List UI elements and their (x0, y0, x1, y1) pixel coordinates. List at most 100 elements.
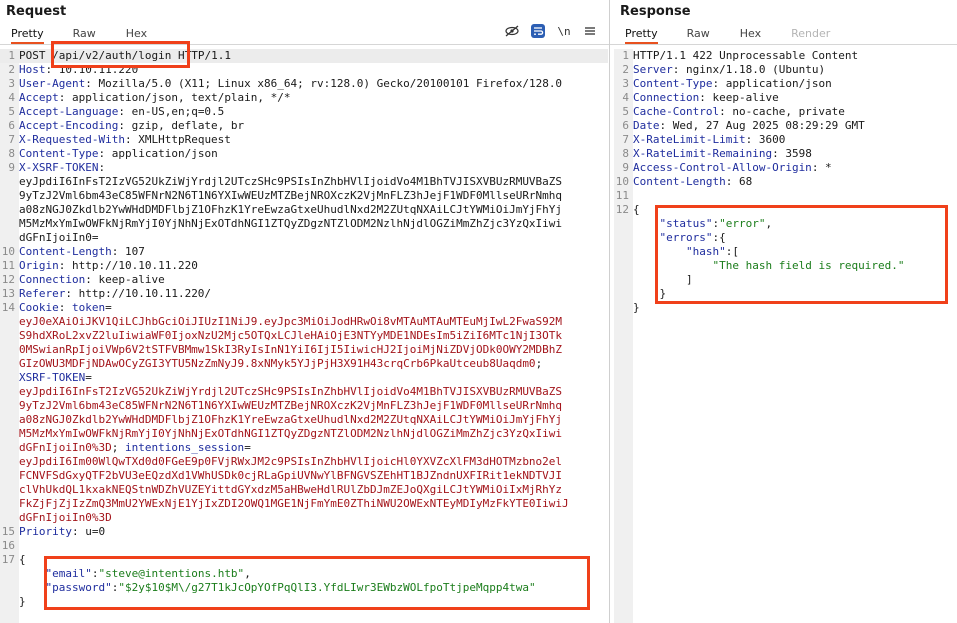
line-number: 2 (622, 63, 629, 76)
line-text: Content-Type: application/json (19, 147, 218, 161)
response-code-line: 6 Date: Wed, 27 Aug 2025 08:29:29 GMT (614, 119, 957, 133)
newline-toggle-icon[interactable]: \n (557, 24, 571, 38)
request-editor[interactable]: 1 POST /api/v2/auth/login HTTP/1.1 2 Host: … (0, 49, 608, 609)
hide-eye-icon[interactable] (505, 24, 519, 38)
line-text: Priority: u=0 (19, 525, 105, 539)
request-code-line: eyJ0eXAiOiJKV1QiLCJhbGciOiJIUzI1NiJ9.eyJ… (0, 315, 608, 329)
code-token: intentions_session (124, 441, 245, 454)
request-code-line: 5 Accept-Language: en-US,en;q=0.5 (0, 105, 608, 119)
code-token: Accept-Encoding (19, 119, 119, 132)
code-token: : nginx/1.18.0 (Ubuntu) (672, 63, 826, 76)
code-token: S9hdXRoL2xvZ2luIiwiaWF0IjoxNzU2Mjc5OTQxL… (19, 329, 563, 342)
code-token: eyJpdiI6Im00WlQwTXd0d0FGeE9p0FVjRWxJM2c9… (19, 455, 563, 468)
line-number (614, 231, 633, 245)
line-number: 2 (8, 63, 15, 76)
request-code-line: eyJpdiI6InFsT2IzVG52UkZiWjYrdjl2UTczSHc9… (0, 385, 608, 399)
tab-response-pretty[interactable]: Pretty (625, 26, 658, 44)
line-number (0, 455, 19, 469)
request-code-line: 9 X-XSRF-TOKEN: (0, 161, 608, 175)
code-token: Host (19, 63, 46, 76)
line-number: 4 (8, 91, 15, 104)
code-token: Accept-Language (19, 105, 119, 118)
request-code-line: 15 Priority: u=0 (0, 525, 608, 539)
line-number: 3 (622, 77, 629, 90)
request-code-line: M5MzMxYmIwOWFkNjRmYjI0YjNhNjExOTdhNGI1ZT… (0, 427, 608, 441)
line-text: { (19, 553, 26, 567)
line-text: X-RateLimit-Limit: 3600 (633, 133, 785, 147)
code-token: eyJpdiI6InFsT2IzVG52UkZiWjYrdjl2UTczSHc9… (19, 175, 563, 188)
code-token: POST (19, 49, 53, 62)
menu-icon[interactable] (583, 24, 597, 38)
tab-response-render[interactable]: Render (791, 26, 830, 42)
tab-request-pretty[interactable]: Pretty (11, 26, 44, 44)
line-text: Content-Type: application/json (633, 77, 832, 91)
response-code-line: 4 Connection: keep-alive (614, 91, 957, 105)
line-text: clVhUkdQL1kxakNEQStnWDZhVUZEYittdGYxdzM5… (19, 483, 562, 497)
code-token: Accept (19, 91, 59, 104)
tab-response-hex[interactable]: Hex (740, 26, 761, 42)
code-token: X-RateLimit-Remaining (633, 147, 773, 160)
code-token: User-Agent (19, 77, 86, 90)
request-code-line: 3 User-Agent: Mozilla/5.0 (X11; Linux x86… (0, 77, 608, 91)
request-code-line: eyJpdiI6InFsT2IzVG52UkZiWjYrdjl2UTczSHc9… (0, 175, 608, 189)
line-number: 12 (615, 203, 629, 216)
code-token: 0MSwianRpIjoiVWp6V2tSTFVBMmw1SkI3RyIsInN… (19, 343, 563, 356)
request-code-line: 0MSwianRpIjoiVWp6V2tSTFVBMmw1SkI3RyIsInN… (0, 343, 608, 357)
line-number: 6 (8, 119, 15, 132)
code-token: dGFnIjoiIn0%3D (19, 441, 112, 454)
request-code-line: dGFnIjoiIn0%3D; intentions_session= (0, 441, 608, 455)
code-token: M5MzMxYmIwOWFkNjRmYjI0YjNhNjExOTdhNGI1ZT… (19, 217, 563, 230)
code-token: Content-Type (19, 147, 99, 160)
response-code-line: 7 X-RateLimit-Limit: 3600 (614, 133, 957, 147)
code-token: 9yTzJ2Vml6bm43eC85WFNrN2N6T1N6YXIwWEUzMT… (19, 399, 563, 412)
code-token: Content-Length (633, 175, 726, 188)
code-token: Priority (19, 525, 72, 538)
line-text: dGFnIjoiIn0%3D (19, 511, 112, 525)
line-text: XSRF-TOKEN= (19, 371, 92, 385)
code-token: { (19, 553, 26, 566)
code-token: Cache-Control (633, 105, 720, 118)
line-text: eyJpdiI6InFsT2IzVG52UkZiWjYrdjl2UTczSHc9… (19, 175, 562, 189)
code-token: eyJ0eXAiOiJKV1QiLCJhbGciOiJIUzI1NiJ9.eyJ… (19, 315, 563, 328)
request-code-line: dGFnIjoiIn0%3D (0, 511, 608, 525)
tab-request-hex[interactable]: Hex (126, 26, 147, 42)
code-token: clVhUkdQL1kxakNEQStnWDZhVUZEYittdGYxdzM5… (19, 483, 563, 496)
code-token: : application/json, text/plain, */* (58, 91, 291, 104)
code-token: : 3600 (745, 133, 786, 146)
request-body-highlight-box (44, 556, 590, 610)
pane-divider[interactable] (609, 0, 610, 623)
line-number (0, 371, 19, 385)
line-text: Accept-Language: en-US,en;q=0.5 (19, 105, 224, 119)
line-number (0, 413, 19, 427)
request-code-line: FkZjFjZjIzZmQ3MmU2YWExNjE1YjIxZDI2OWQ1MG… (0, 497, 608, 511)
code-token: a08zNGJ0Zkdlb2YwWHdDMDFlbjZ1OFhzK1YreEwz… (19, 413, 563, 426)
code-token: : (98, 161, 106, 174)
line-number (614, 245, 633, 259)
tab-request-raw[interactable]: Raw (73, 26, 96, 42)
line-text: M5MzMxYmIwOWFkNjRmYjI0YjNhNjExOTdhNGI1ZT… (19, 217, 562, 231)
code-token: : 68 (725, 175, 753, 188)
line-number: 7 (622, 133, 629, 146)
tab-response-raw[interactable]: Raw (687, 26, 710, 42)
code-token: : Wed, 27 Aug 2025 08:29:29 GMT (659, 119, 865, 132)
line-text: Referer: http://10.10.11.220/ (19, 287, 211, 301)
line-number (0, 595, 19, 609)
line-text: eyJ0eXAiOiJKV1QiLCJhbGciOiJIUzI1NiJ9.eyJ… (19, 315, 562, 329)
request-code-line: dGFnIjoiIn0= (0, 231, 608, 245)
line-text: 9yTzJ2Vml6bm43eC85WFNrN2N6T1N6YXIwWEUzMT… (19, 399, 562, 413)
wrap-lines-icon[interactable] (531, 24, 545, 38)
request-code-line: 16 (0, 539, 608, 553)
line-text: S9hdXRoL2xvZ2luIiwiaWF0IjoxNzU2Mjc5OTQxL… (19, 329, 562, 343)
code-token: : application/json (712, 77, 832, 90)
line-number: 14 (1, 301, 15, 314)
code-token: : XMLHttpRequest (124, 133, 231, 146)
line-text: GIzOWU3MDFjNDAwOCyZGI3YTU5NzZmNyJ9.8xNMy… (19, 357, 542, 371)
code-token: } (19, 595, 26, 608)
line-number: 9 (622, 161, 629, 174)
line-number: 6 (622, 119, 629, 132)
code-token: Connection (19, 273, 86, 286)
code-token: Origin (19, 259, 59, 272)
line-text: { (633, 203, 640, 217)
